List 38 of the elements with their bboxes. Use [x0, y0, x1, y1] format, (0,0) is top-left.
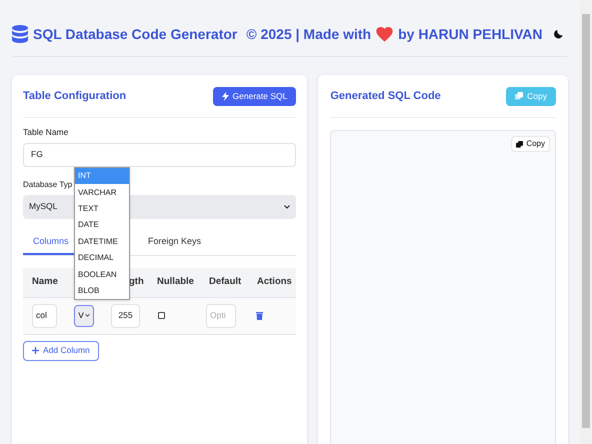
column-header: Actions — [257, 275, 292, 290]
scrollbar[interactable] — [580, 0, 592, 444]
tab[interactable]: Foreign Keys — [144, 230, 206, 255]
field-label: Table Name — [23, 126, 70, 139]
chevron-down-icon — [84, 314, 90, 318]
credit-text: © 2025 | Made with — [246, 24, 372, 44]
card-title: Table Configuration — [23, 88, 126, 104]
column-header: Nullable — [157, 275, 194, 290]
scrollbar-thumb[interactable] — [582, 14, 590, 428]
length-field[interactable]: 255 — [111, 304, 140, 328]
nullable-checkbox[interactable] — [158, 312, 165, 320]
card-title: Generated SQL Code — [330, 88, 441, 104]
lightning-icon — [222, 92, 229, 100]
chevron-down-icon — [284, 204, 290, 209]
field-label: Database Typ — [23, 178, 72, 191]
copy-button[interactable]: Copy — [511, 136, 550, 152]
heart-icon — [376, 26, 394, 42]
copy-icon — [515, 92, 524, 100]
column-header: gth — [129, 275, 144, 290]
dropdown-option[interactable]: TEXT — [75, 200, 129, 218]
moon-icon — [553, 28, 564, 40]
dropdown-option[interactable]: BLOB — [75, 282, 129, 300]
copy-icon — [516, 140, 524, 148]
generate-sql-button[interactable]: Generate SQL — [212, 86, 296, 106]
dropdown-option[interactable]: BOOLEAN — [75, 266, 129, 283]
trash-icon — [256, 312, 263, 320]
add-column-button[interactable]: Add Column — [23, 340, 99, 361]
plus-icon — [32, 347, 39, 354]
column-type-select[interactable]: V — [74, 304, 94, 327]
credit-text: by HARUN PEHLIVAN — [398, 24, 543, 44]
database-icon — [12, 25, 28, 43]
column-name-field[interactable]: col — [32, 304, 57, 328]
column-header: Default — [209, 275, 242, 290]
delete-button[interactable] — [256, 312, 263, 320]
table-name-field[interactable]: FG — [23, 142, 296, 167]
app-title: SQL Database Code Generator — [33, 24, 238, 44]
column-header: Name — [32, 275, 58, 290]
dark-mode-toggle[interactable] — [553, 28, 564, 40]
